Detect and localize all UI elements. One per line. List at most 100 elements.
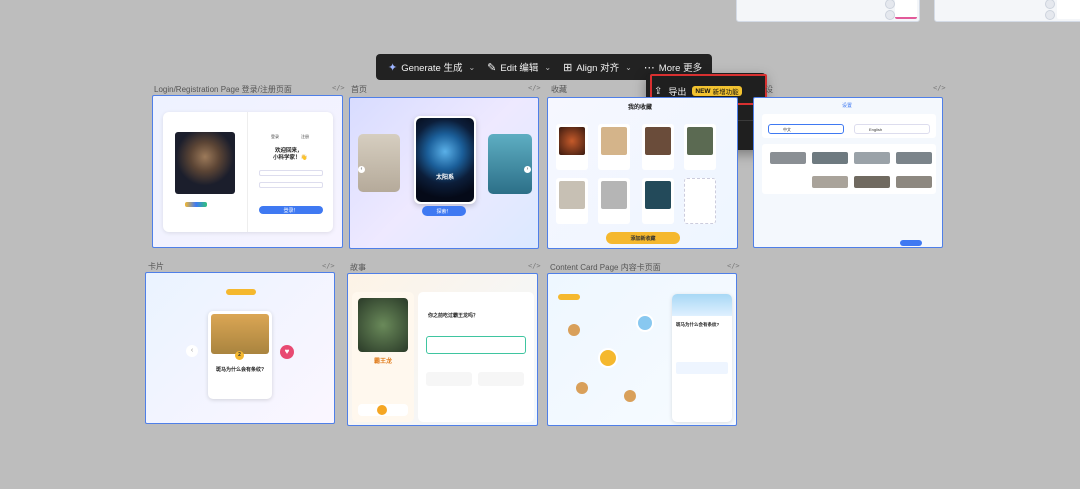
generate-button[interactable]: ✦ Generate 生成 ⌄	[382, 54, 481, 80]
login-tab-login[interactable]: 登录	[271, 134, 279, 140]
fav-item-figure[interactable]	[598, 124, 630, 170]
code-icon[interactable]: </>	[528, 84, 541, 92]
story-option-a[interactable]	[426, 372, 472, 386]
lang-option-en[interactable]: English	[854, 124, 930, 134]
heart-button[interactable]: ♥	[280, 345, 294, 359]
theme-thumb[interactable]	[770, 152, 806, 164]
settings-theme-panel	[762, 144, 936, 194]
side-card-dinosaur	[358, 134, 400, 192]
align-label: Align 对齐	[576, 63, 620, 74]
explore-button[interactable]: 探索！	[422, 206, 466, 216]
frame-label-content: Content Card Page 内容卡页面	[550, 263, 661, 272]
align-button[interactable]: ⊞ Align 对齐 ⌄	[557, 54, 638, 80]
edit-label: Edit 编辑	[500, 63, 539, 74]
fav-item-ocean[interactable]	[642, 178, 674, 224]
code-icon[interactable]: </>	[727, 262, 740, 270]
fav-item-scientist[interactable]	[642, 124, 674, 170]
planet-image	[416, 118, 474, 202]
planet-name: 太阳系	[435, 175, 454, 181]
frame-settings[interactable]: 设置 中文 English	[753, 97, 943, 248]
frame-story[interactable]: 霸王龙 你之前吃过霸王龙吗？	[347, 273, 538, 426]
astronaut-image	[175, 132, 235, 194]
mindmap-node-4[interactable]	[624, 390, 636, 402]
card-thumb	[895, 0, 917, 19]
login-logo	[185, 202, 207, 207]
play-button[interactable]	[377, 405, 387, 415]
login-submit-button[interactable]: 登录！	[259, 206, 323, 214]
story-quiz-box	[426, 336, 526, 354]
prev-arrow-icon[interactable]: ‹	[358, 166, 365, 173]
settings-language-panel: 中文 English	[762, 114, 936, 138]
frame-label-settings: 设	[765, 85, 773, 94]
card-knob	[1045, 0, 1055, 9]
frame-favorites[interactable]: 我的收藏 添加新收藏	[547, 97, 738, 249]
frame-label-home: 首页	[351, 85, 367, 94]
align-icon: ⊞	[563, 61, 573, 74]
login-email-field[interactable]	[259, 170, 323, 176]
card-knob	[885, 10, 895, 20]
zebra-card: 2 斑马为什么会有条纹?	[208, 311, 272, 399]
code-icon[interactable]: </>	[528, 262, 541, 270]
new-feature-badge: NEW 新增功能	[692, 86, 742, 96]
pen-icon: ✎	[487, 61, 497, 74]
fav-item-forest[interactable]	[684, 124, 716, 170]
frame-login[interactable]: 登录 注册 欢迎回来， 小科学家！👋 登录！	[152, 95, 343, 248]
more-label: More 更多	[658, 63, 703, 74]
favorites-add-button[interactable]: 添加新收藏	[606, 232, 680, 244]
story-content-panel: 你之前吃过霸王龙吗？	[418, 292, 534, 422]
fav-item-mars[interactable]	[556, 124, 588, 170]
theme-thumb[interactable]	[854, 152, 890, 164]
theme-thumb[interactable]	[812, 152, 848, 164]
theme-thumb[interactable]	[812, 176, 848, 188]
mindmap-node-center[interactable]	[598, 348, 618, 368]
card-number: 2	[235, 351, 244, 360]
code-icon[interactable]: </>	[933, 84, 946, 92]
dino-name: 霸王龙	[373, 359, 392, 365]
audio-player[interactable]	[358, 404, 408, 416]
frame-home[interactable]: 太阳系 探索！ › ‹	[349, 97, 539, 249]
prev-card-button[interactable]: ‹	[186, 345, 198, 357]
frame-content[interactable]: 斑马为什么会有条纹?	[547, 273, 737, 426]
offscreen-card-2	[934, 0, 1080, 22]
dino-image	[358, 298, 408, 352]
zebra-image	[211, 314, 269, 354]
theme-thumb[interactable]	[896, 176, 932, 188]
edit-button[interactable]: ✎ Edit 编辑 ⌄	[481, 54, 557, 80]
frame-label-login: Login/Registration Page 登录/注册页面	[154, 85, 292, 94]
story-option-b[interactable]	[478, 372, 524, 386]
story-heading: 你之前吃过霸王龙吗？	[428, 313, 479, 319]
frame-card[interactable]: 2 斑马为什么会有条纹? ‹ ♥	[145, 272, 335, 424]
detail-question: 斑马为什么会有条纹?	[676, 322, 720, 327]
frame-label-story: 故事	[350, 263, 366, 272]
fav-add-slot[interactable]	[684, 178, 716, 224]
lang-option-zh[interactable]: 中文	[768, 124, 844, 134]
export-label: 导出	[668, 86, 687, 97]
mindmap-node-3[interactable]	[576, 382, 588, 394]
login-tab-register[interactable]: 注册	[301, 134, 309, 140]
settings-save-button[interactable]	[900, 240, 922, 246]
content-detail-card: 斑马为什么会有条纹?	[672, 294, 732, 422]
card-tag	[226, 289, 256, 295]
code-icon[interactable]: </>	[332, 84, 345, 92]
card-question: 斑马为什么会有条纹?	[215, 367, 265, 373]
fav-item-statue[interactable]	[598, 178, 630, 224]
theme-thumb[interactable]	[896, 152, 932, 164]
fav-item-dino[interactable]	[556, 178, 588, 224]
export-icon: ⇪	[654, 85, 663, 97]
new-feature-text: 新增功能	[712, 89, 739, 96]
code-icon[interactable]: </>	[322, 262, 335, 270]
main-planet-card: 太阳系	[414, 116, 476, 204]
generate-label: Generate 生成	[401, 63, 463, 74]
next-arrow-icon[interactable]: ›	[524, 166, 531, 173]
login-divider	[247, 112, 248, 232]
mindmap-node-1[interactable]	[636, 314, 654, 332]
offscreen-card-1	[736, 0, 920, 22]
detail-highlight-box	[676, 362, 728, 374]
login-greeting-2: 小科学家！👋	[273, 155, 308, 161]
chevron-down-icon: ⌄	[625, 62, 632, 72]
favorites-title: 我的收藏	[628, 105, 653, 111]
login-password-field[interactable]	[259, 182, 323, 188]
theme-thumb[interactable]	[854, 176, 890, 188]
chevron-down-icon: ⌄	[544, 62, 552, 72]
mindmap-node-2[interactable]	[568, 324, 580, 336]
